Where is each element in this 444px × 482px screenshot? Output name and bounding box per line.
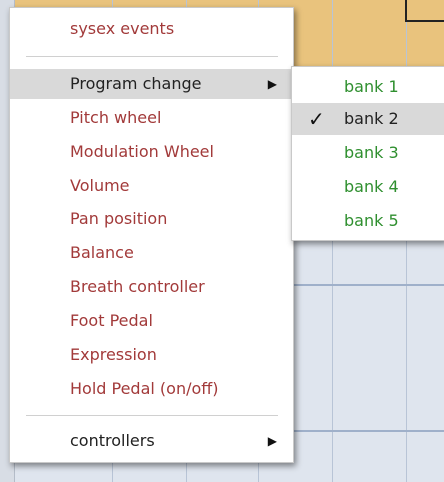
menu-item-label: Pitch wheel bbox=[70, 108, 162, 127]
menu-separator bbox=[26, 56, 278, 57]
menu-item-label: Pan position bbox=[70, 209, 168, 228]
menu-item-label: Foot Pedal bbox=[70, 311, 153, 330]
menu-item-label: Balance bbox=[70, 243, 134, 262]
menu-separator bbox=[26, 415, 278, 416]
program-change-submenu: bank 1 ✓ bank 2 bank 3 bank 4 bank 5 bbox=[291, 66, 444, 241]
checkmark-icon: ✓ bbox=[308, 107, 325, 131]
grid-corner-marker bbox=[405, 0, 444, 22]
menu-item-expression[interactable]: Expression bbox=[10, 340, 293, 370]
menu-item-sysex-events[interactable]: sysex events bbox=[10, 14, 293, 44]
menu-item-volume[interactable]: Volume bbox=[10, 171, 293, 201]
submenu-item-label: bank 1 bbox=[344, 77, 399, 96]
menu-item-hold-pedal[interactable]: Hold Pedal (on/off) bbox=[10, 374, 293, 404]
menu-item-pan-position[interactable]: Pan position bbox=[10, 204, 293, 234]
menu-item-label: Volume bbox=[70, 176, 130, 195]
submenu-item-bank-2[interactable]: ✓ bank 2 bbox=[292, 103, 444, 135]
menu-item-modulation-wheel[interactable]: Modulation Wheel bbox=[10, 137, 293, 167]
editor-background: sysex events Program change ▶ Pitch whee… bbox=[0, 0, 444, 482]
submenu-item-label: bank 5 bbox=[344, 211, 399, 230]
submenu-item-bank-3[interactable]: bank 3 bbox=[292, 137, 444, 169]
right-arrow-icon: ▶ bbox=[267, 77, 277, 91]
submenu-item-bank-1[interactable]: bank 1 bbox=[292, 71, 444, 103]
right-arrow-icon: ▶ bbox=[267, 434, 277, 448]
submenu-item-label: bank 4 bbox=[344, 177, 399, 196]
menu-item-label: Expression bbox=[70, 345, 157, 364]
menu-item-label: Program change bbox=[70, 74, 202, 93]
submenu-item-label: bank 2 bbox=[344, 109, 399, 128]
context-menu: sysex events Program change ▶ Pitch whee… bbox=[9, 7, 294, 463]
menu-item-label: sysex events bbox=[70, 19, 175, 38]
menu-item-balance[interactable]: Balance bbox=[10, 238, 293, 268]
menu-item-breath-controller[interactable]: Breath controller bbox=[10, 272, 293, 302]
menu-item-foot-pedal[interactable]: Foot Pedal bbox=[10, 306, 293, 336]
submenu-item-bank-5[interactable]: bank 5 bbox=[292, 205, 444, 237]
menu-item-label: controllers bbox=[70, 431, 155, 450]
menu-item-controllers[interactable]: controllers ▶ bbox=[10, 426, 293, 456]
menu-item-label: Breath controller bbox=[70, 277, 205, 296]
menu-item-label: Hold Pedal (on/off) bbox=[70, 379, 219, 398]
menu-item-pitch-wheel[interactable]: Pitch wheel bbox=[10, 103, 293, 133]
menu-item-label: Modulation Wheel bbox=[70, 142, 214, 161]
submenu-item-bank-4[interactable]: bank 4 bbox=[292, 171, 444, 203]
menu-item-program-change[interactable]: Program change ▶ bbox=[10, 69, 293, 99]
submenu-item-label: bank 3 bbox=[344, 143, 399, 162]
